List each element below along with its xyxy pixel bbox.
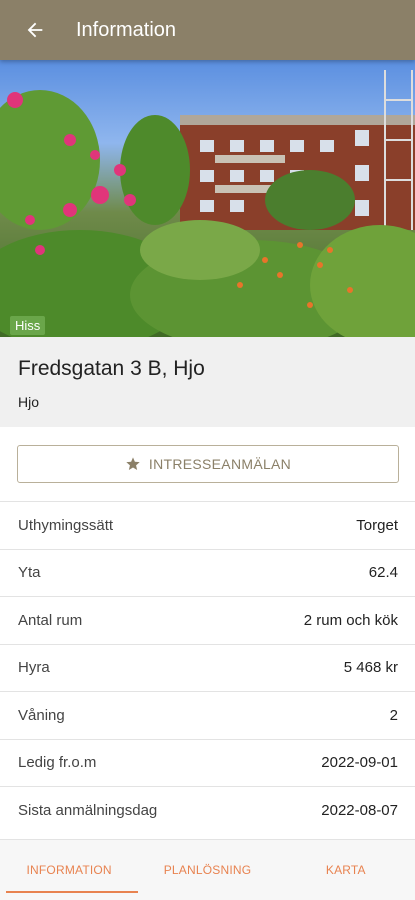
app-bar: Information <box>0 0 415 60</box>
detail-label: Yta <box>18 564 41 582</box>
detail-value: 62.4 <box>368 564 398 582</box>
detail-value: 5 468 kr <box>343 659 398 677</box>
detail-label: Hyra <box>18 659 50 677</box>
listing-header: Fredsgatan 3 B, Hjo Hjo <box>0 337 415 427</box>
detail-value: 2 <box>389 706 398 724</box>
detail-row-available-from: Ledig fr.o.m 2022-09-01 <box>0 738 415 787</box>
detail-label: Antal rum <box>18 611 83 629</box>
star-icon <box>125 456 141 472</box>
detail-row-rooms: Antal rum 2 rum och kök <box>0 596 415 644</box>
property-photo: Hiss <box>0 60 415 337</box>
detail-row-last-application-day: Sista anmälningsdag 2022-08-07 <box>0 786 415 834</box>
interest-button-label: INTRESSEANMÄLAN <box>148 456 292 472</box>
tab-floor-plan[interactable]: PLANLÖSNING <box>138 840 276 900</box>
detail-value: 2022-09-01 <box>321 754 398 772</box>
details-list: Uthymingssätt Torget Yta 62.4 Antal rum … <box>0 501 415 834</box>
feature-tag: Hiss <box>10 316 46 335</box>
bottom-tab-bar: INFORMATION PLANLÖSNING KARTA <box>0 839 415 900</box>
detail-row-rental-method: Uthymingssätt Torget <box>0 501 415 549</box>
detail-value: 2022-08-07 <box>321 801 398 819</box>
detail-label: Uthymingssätt <box>18 516 114 534</box>
detail-row-area: Yta 62.4 <box>0 548 415 597</box>
listing-city: Hjo <box>18 394 40 410</box>
detail-row-rent: Hyra 5 468 kr <box>0 643 415 692</box>
page-title: Information <box>76 18 177 41</box>
arrow-left-icon <box>27 22 43 38</box>
detail-label: Ledig fr.o.m <box>18 754 97 772</box>
detail-value: Torget <box>356 516 398 534</box>
tab-map[interactable]: KARTA <box>277 840 415 900</box>
detail-row-floor: Våning 2 <box>0 691 415 739</box>
detail-label: Våning <box>18 706 65 724</box>
back-button[interactable] <box>0 0 70 60</box>
detail-value: 2 rum och kök <box>303 611 398 629</box>
listing-address: Fredsgatan 3 B, Hjo <box>18 357 205 380</box>
tab-information[interactable]: INFORMATION <box>0 840 139 900</box>
interest-registration-button[interactable]: INTRESSEANMÄLAN <box>17 445 399 483</box>
detail-label: Sista anmälningsdag <box>18 801 158 819</box>
